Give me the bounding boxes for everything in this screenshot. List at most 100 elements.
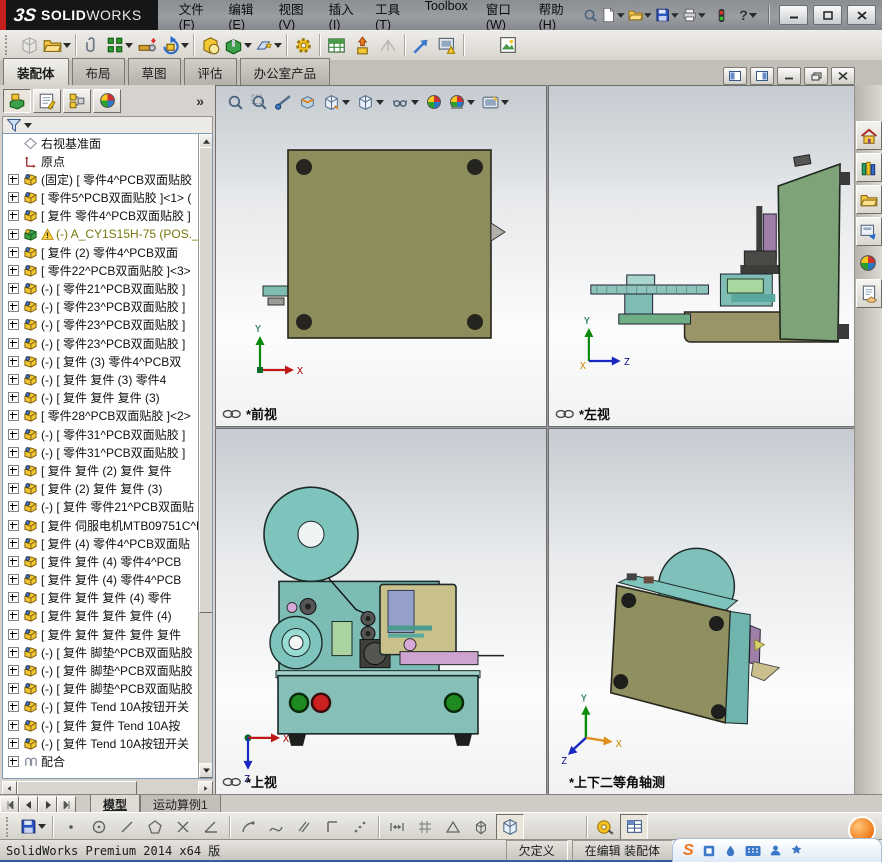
new-document-button[interactable] — [601, 4, 625, 26]
expand-toggle[interactable] — [8, 355, 19, 367]
parallel-icon[interactable] — [291, 815, 317, 839]
tab-motion-study[interactable]: 运动算例1 — [140, 795, 221, 813]
doc-close-button[interactable] — [831, 67, 855, 85]
pane-right-icon[interactable] — [750, 67, 774, 85]
first-tab-icon[interactable] — [0, 796, 19, 813]
tree-item[interactable]: (-) [ 零件21^PCB双面贴胶 ] — [3, 280, 199, 298]
tree-item[interactable]: (-) [ 复件 复件 复件 (3) — [3, 389, 199, 407]
tree-item[interactable]: 原点 — [3, 152, 199, 170]
expand-toggle[interactable] — [8, 464, 19, 476]
tree-item[interactable]: (-) A_CY1S15H-75 (POS._O — [3, 225, 199, 243]
expand-toggle[interactable] — [8, 574, 19, 586]
grid-icon[interactable] — [412, 815, 438, 839]
ime-account-icon[interactable] — [769, 844, 782, 857]
tree-item[interactable]: [ 复件 复件 复件 复件 (4) — [3, 607, 199, 625]
expand-toggle[interactable] — [8, 319, 19, 331]
scroll-down-icon[interactable] — [199, 763, 212, 778]
tree-item[interactable]: (-) [ 复件 脚垫^PCB双面贴胶 — [3, 661, 199, 679]
mate-button[interactable] — [79, 33, 105, 57]
expand-toggle[interactable] — [8, 646, 19, 658]
corner-icon[interactable] — [319, 815, 345, 839]
tree-item[interactable]: [ 复件 复件 (2) 复件 复件 — [3, 461, 199, 479]
previous-view-icon[interactable] — [275, 94, 292, 111]
tree-item[interactable]: [ 复件 (2) 复件 复件 (3) — [3, 480, 199, 498]
expand-toggle[interactable] — [8, 537, 19, 549]
tree-item[interactable]: 配合 — [3, 752, 199, 770]
tree-item[interactable]: (-) [ 复件 脚垫^PCB双面贴胶 — [3, 643, 199, 661]
appearances-icon[interactable] — [856, 249, 880, 276]
viewport-top[interactable]: X Z *上视 — [215, 428, 547, 795]
edit-appearance-icon[interactable] — [426, 94, 442, 110]
next-tab-icon[interactable] — [38, 796, 57, 813]
tree-item[interactable]: [ 复件 零件4^PCB双面贴胶 ] — [3, 207, 199, 225]
view-settings-icon[interactable] — [482, 94, 509, 111]
tree-item[interactable]: [ 复件 (2) 零件4^PCB双面 — [3, 243, 199, 261]
tree-item[interactable]: [ 复件 复件 (4) 零件4^PCB — [3, 552, 199, 570]
command-tab[interactable]: 办公室产品 — [239, 58, 331, 85]
scrollbar-thumb[interactable] — [199, 147, 212, 613]
filter-icon[interactable] — [7, 119, 21, 132]
spline-icon[interactable] — [263, 815, 289, 839]
display-style-icon[interactable] — [357, 94, 384, 111]
command-tab[interactable]: 草图 — [127, 58, 181, 85]
design-table-icon[interactable] — [620, 813, 648, 840]
last-tab-icon[interactable] — [57, 796, 76, 813]
search-icon[interactable] — [580, 4, 601, 26]
tree-item[interactable]: (-) [ 零件23^PCB双面贴胶 ] — [3, 334, 199, 352]
shaded-cube-icon[interactable] — [496, 813, 524, 840]
design-library-icon[interactable] — [856, 153, 882, 182]
zoom-area-icon[interactable] — [251, 94, 268, 111]
point-icon[interactable] — [58, 815, 84, 839]
close-button[interactable] — [847, 5, 876, 25]
expand-toggle[interactable] — [8, 592, 19, 604]
options-traffic-button[interactable] — [709, 4, 733, 26]
sogou-s-logo[interactable]: S — [683, 842, 694, 860]
apply-scene-icon[interactable] — [449, 94, 475, 110]
expand-toggle[interactable] — [8, 737, 19, 749]
home-icon[interactable] — [856, 121, 882, 150]
expand-toggle[interactable] — [8, 246, 19, 258]
tree-item[interactable]: (固定) [ 零件4^PCB双面贴胶 — [3, 170, 199, 188]
expand-toggle[interactable] — [8, 483, 19, 495]
save-button[interactable] — [655, 4, 679, 26]
tree-item[interactable]: [ 零件5^PCB双面贴胶 ]<1> ( — [3, 189, 199, 207]
ime-keyboard-icon[interactable] — [745, 845, 761, 857]
viewport-left[interactable]: Y Z X *左视 — [548, 85, 855, 427]
linear-pattern-button[interactable] — [105, 33, 134, 57]
expand-toggle[interactable] — [8, 501, 19, 513]
tree-item[interactable]: (-) [ 复件 Tend 10A按钮开关 — [3, 698, 199, 716]
command-tab[interactable]: 布局 — [71, 58, 125, 85]
expand-toggle[interactable] — [8, 228, 19, 240]
explode-sketch-button[interactable] — [375, 33, 401, 57]
help-button[interactable]: ? — [736, 4, 760, 26]
line-icon[interactable] — [114, 815, 140, 839]
smart-fasteners-button[interactable] — [134, 33, 160, 57]
view-orientation-icon[interactable] — [323, 94, 350, 111]
viewport-front[interactable]: Y X *前视 — [215, 85, 547, 427]
tree-item[interactable]: (-) [ 零件31^PCB双面贴胶 ] — [3, 425, 199, 443]
tree-item[interactable]: [ 零件28^PCB双面贴胶 ]<2> — [3, 407, 199, 425]
measure-icon[interactable] — [592, 815, 618, 839]
tree-item[interactable]: (-) [ 复件 复件 Tend 10A按 — [3, 716, 199, 734]
expand-toggle[interactable] — [8, 665, 19, 677]
filter-dropdown-icon[interactable] — [24, 123, 32, 128]
save-button[interactable] — [19, 815, 47, 839]
circle-icon[interactable] — [86, 815, 112, 839]
expand-toggle[interactable] — [8, 683, 19, 695]
expand-toggle[interactable] — [8, 173, 19, 185]
feature-manager-icon[interactable] — [3, 88, 31, 113]
custom-properties-icon[interactable] — [856, 279, 882, 308]
expand-toggle[interactable] — [8, 555, 19, 567]
assembly-features-button[interactable] — [223, 33, 253, 57]
ime-mode-icon[interactable] — [702, 844, 716, 858]
tree-item[interactable]: 右视基准面 — [3, 134, 199, 152]
property-manager-icon[interactable] — [33, 88, 61, 113]
bill-of-materials-button[interactable] — [323, 33, 349, 57]
toolbar-grip[interactable] — [6, 816, 13, 837]
expand-toggle[interactable] — [8, 719, 19, 731]
expand-toggle[interactable] — [8, 446, 19, 458]
section-view-icon[interactable] — [299, 94, 316, 111]
tree-item[interactable]: (-) [ 复件 脚垫^PCB双面贴胶 — [3, 680, 199, 698]
doc-minimize-button[interactable] — [777, 67, 801, 85]
instant3d-button[interactable] — [495, 33, 521, 57]
